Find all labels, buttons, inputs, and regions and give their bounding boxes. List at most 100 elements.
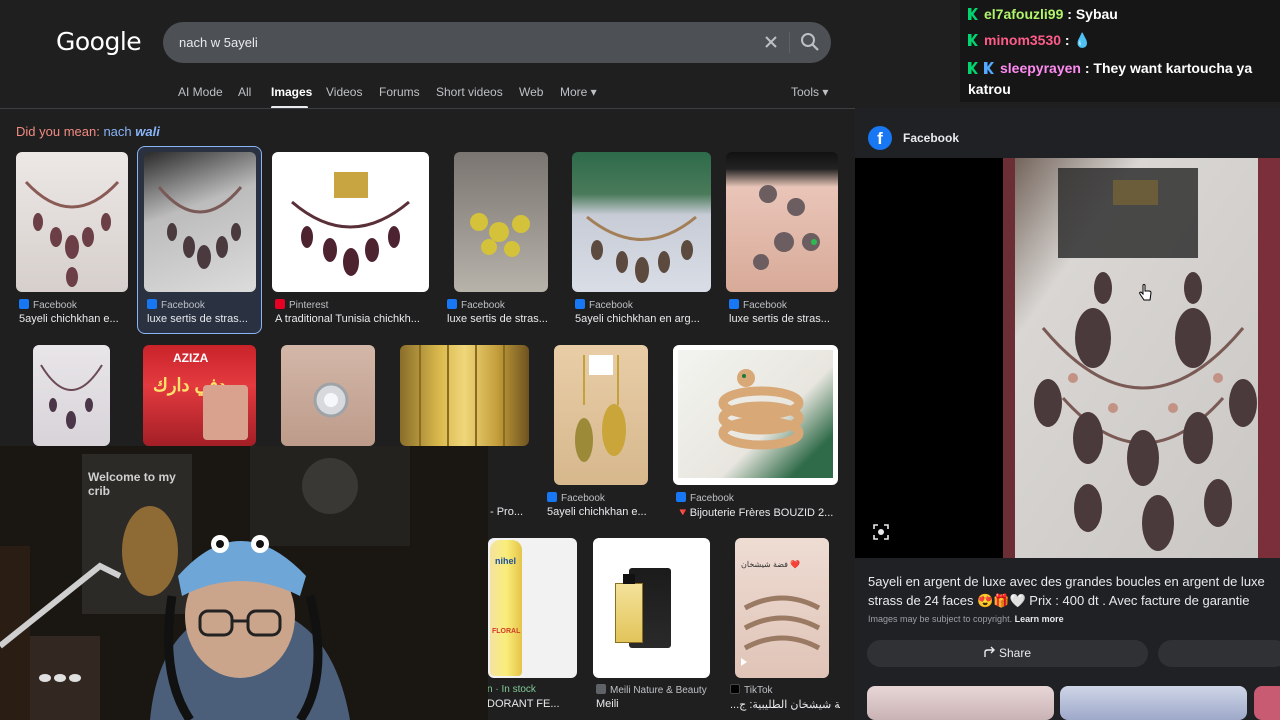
clear-icon[interactable]: [761, 32, 781, 52]
perfume-bottle: [615, 583, 643, 643]
did-you-mean: Did you mean: nach wali: [16, 124, 160, 139]
tab-ai-mode[interactable]: AI Mode: [178, 85, 223, 99]
meili-icon: [596, 684, 606, 694]
related-image[interactable]: [1254, 686, 1280, 720]
result-title[interactable]: ...سباعة شيشخان الطليبية: ج: [730, 698, 840, 711]
gold-bangles-image: [419, 345, 505, 446]
description-line[interactable]: 5ayeli en argent de luxe avec des grande…: [868, 572, 1280, 591]
result-thumbnail[interactable]: [554, 345, 648, 485]
tab-short-videos[interactable]: Short videos: [436, 85, 503, 99]
tools-button[interactable]: Tools ▾: [791, 85, 828, 99]
chat-username: sleepyrayen: [1000, 60, 1081, 76]
facebook-icon: [19, 299, 29, 309]
result-source: n · In stock: [487, 684, 536, 695]
related-image[interactable]: [1060, 686, 1247, 720]
result-thumbnail[interactable]: [673, 345, 838, 485]
result-source: Facebook: [729, 299, 787, 311]
chat-username: minom3530: [984, 32, 1062, 48]
source-name: Facebook: [33, 300, 77, 311]
necklace-photo: [1003, 158, 1280, 558]
tab-web[interactable]: Web: [519, 85, 543, 99]
result-thumbnail[interactable]: [16, 152, 128, 292]
result-thumbnail[interactable]: [281, 345, 375, 446]
result-thumbnail[interactable]: AZIZA دفي دارك: [143, 345, 256, 446]
snake-bracelet-image: [718, 369, 804, 450]
poster-text: Welcome to my crib: [88, 470, 176, 498]
facebook-icon: [729, 299, 739, 309]
result-thumbnail[interactable]: [33, 345, 110, 446]
result-thumbnail[interactable]: [572, 152, 711, 292]
source-name: Facebook: [461, 300, 505, 311]
result-title[interactable]: luxe sertis de stras...: [147, 313, 257, 325]
result-thumbnail-selected[interactable]: [144, 152, 256, 292]
google-logo[interactable]: Google: [56, 27, 142, 56]
result-title[interactable]: 5ayeli chichkhan e...: [547, 506, 657, 518]
header-divider: [0, 108, 855, 109]
tab-videos[interactable]: Videos: [326, 85, 362, 99]
share-label: Share: [998, 646, 1032, 660]
save-button[interactable]: [1158, 640, 1280, 667]
kick-badge-icon: [968, 62, 978, 74]
facebook-icon: [575, 299, 585, 309]
chat-message: el7afouzli99 : Sybau: [968, 6, 1118, 22]
result-title[interactable]: A traditional Tunisia chichkh...: [275, 313, 430, 325]
learn-more-link[interactable]: Learn more: [1015, 614, 1064, 624]
preview-letterbox: [855, 158, 1003, 558]
result-title[interactable]: luxe sertis de stras...: [447, 313, 557, 325]
search-box[interactable]: nach w 5ayeli: [163, 22, 831, 63]
lens-icon[interactable]: [871, 522, 891, 542]
tab-all[interactable]: All: [238, 85, 251, 99]
description-line[interactable]: strass de 24 faces 😍🎁🤍 Prix : 400 dt . A…: [868, 591, 1280, 610]
necklace-image: [586, 215, 697, 283]
facebook-icon: [447, 299, 457, 309]
perfume-cap: [623, 574, 635, 584]
source-name: Facebook: [690, 493, 734, 504]
result-source: Facebook: [19, 299, 77, 311]
facebook-icon: [147, 299, 157, 309]
chat-message-continuation: katrou: [968, 81, 1011, 97]
ring-image: [313, 382, 349, 418]
source-name: n · In stock: [487, 684, 536, 695]
result-thumbnail[interactable]: فضة شيشخان ❤️: [735, 538, 829, 678]
result-title[interactable]: 5ayeli chichkhan e...: [19, 313, 129, 325]
result-title[interactable]: 🔻Bijouterie Frères BOUZID 2...: [676, 506, 836, 519]
preview-image[interactable]: [1003, 158, 1280, 558]
result-title[interactable]: luxe sertis de stras...: [729, 313, 839, 325]
did-you-mean-suggestion[interactable]: nach wali: [103, 124, 159, 139]
result-source: Facebook: [575, 299, 633, 311]
chat-text: Sybau: [1075, 6, 1118, 22]
pinterest-icon: [275, 299, 285, 309]
result-thumbnail[interactable]: [272, 152, 429, 292]
result-title[interactable]: 5ayeli chichkhan en arg...: [575, 313, 715, 325]
tab-forums[interactable]: Forums: [379, 85, 420, 99]
result-title[interactable]: Meili: [596, 698, 706, 710]
stream-chat-overlay: el7afouzli99 : Sybau minom3530 : 💧 sleep…: [960, 0, 1280, 102]
suggestion-bold[interactable]: wali: [135, 124, 160, 139]
search-icon[interactable]: [799, 31, 821, 53]
result-thumbnail[interactable]: [593, 538, 710, 678]
result-title[interactable]: DORANT FE...: [487, 698, 577, 710]
copyright-notice: Images may be subject to copyright. Lear…: [868, 614, 1064, 624]
preview-description[interactable]: 5ayeli en argent de luxe avec des grande…: [868, 572, 1280, 610]
result-thumbnail[interactable]: nihel FLORAL: [488, 538, 577, 678]
thumbnail-text: AZIZA: [173, 351, 209, 365]
thumbnail-text: nihel: [495, 556, 517, 566]
related-image[interactable]: [867, 686, 1054, 720]
suggestion-plain[interactable]: nach: [103, 124, 135, 139]
necklace-image: [157, 186, 243, 269]
result-thumbnail[interactable]: [726, 152, 838, 292]
share-icon: [984, 646, 995, 657]
result-source: Facebook: [147, 299, 205, 311]
result-title[interactable]: - Pro...: [490, 506, 530, 518]
share-button[interactable]: Share: [867, 640, 1148, 667]
result-thumbnail[interactable]: [454, 152, 548, 292]
preview-source-name[interactable]: Facebook: [903, 131, 959, 145]
tab-more[interactable]: More ▾: [560, 85, 597, 99]
tab-images[interactable]: Images: [271, 85, 312, 99]
search-input[interactable]: nach w 5ayeli: [179, 35, 258, 50]
facebook-icon: f: [868, 126, 892, 150]
thumbnail-text: فضة شيشخان ❤️: [741, 560, 801, 569]
result-thumbnail[interactable]: [400, 345, 529, 446]
source-name: TikTok: [744, 685, 773, 696]
source-name: Meili Nature & Beauty: [610, 685, 707, 696]
